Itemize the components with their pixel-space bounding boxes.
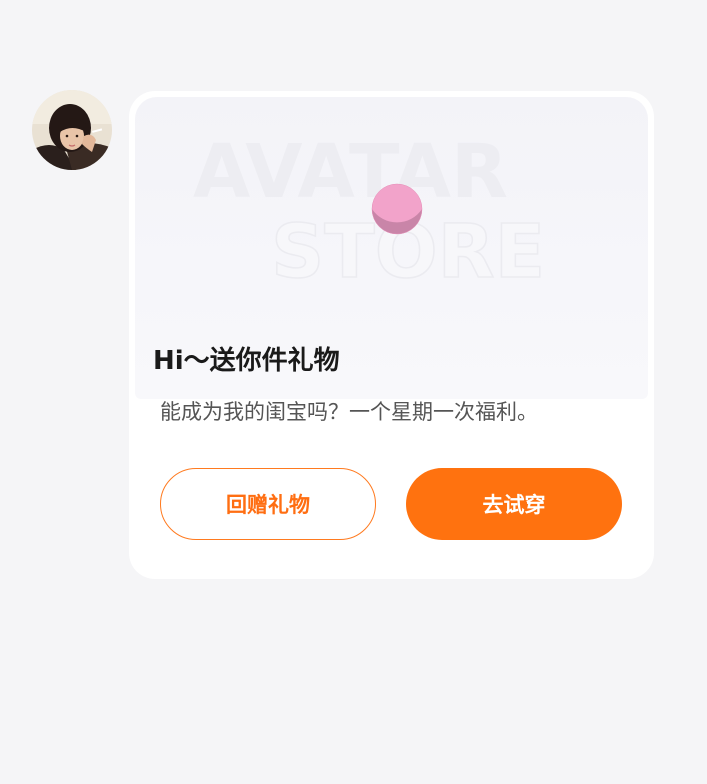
gift-description: 能成为我的闺宝吗？一个星期一次福利。 xyxy=(160,400,538,424)
return-gift-button[interactable]: 回赠礼物 xyxy=(160,468,376,540)
try-on-button[interactable]: 去试穿 xyxy=(406,468,622,540)
sender-avatar[interactable] xyxy=(32,90,112,170)
gift-card: AVATAR STORE Hi～送你件礼物 能成为我的闺宝吗？一个星期一次福利。… xyxy=(129,91,654,579)
gift-title: Hi～送你件礼物 xyxy=(153,346,340,376)
return-gift-button-label: 回赠礼物 xyxy=(226,493,310,517)
banner-watermark-line1: AVATAR xyxy=(193,129,508,215)
pink-ball-icon xyxy=(371,183,423,235)
user-photo-avatar-icon xyxy=(32,90,112,170)
try-on-button-label: 去试穿 xyxy=(482,493,546,517)
